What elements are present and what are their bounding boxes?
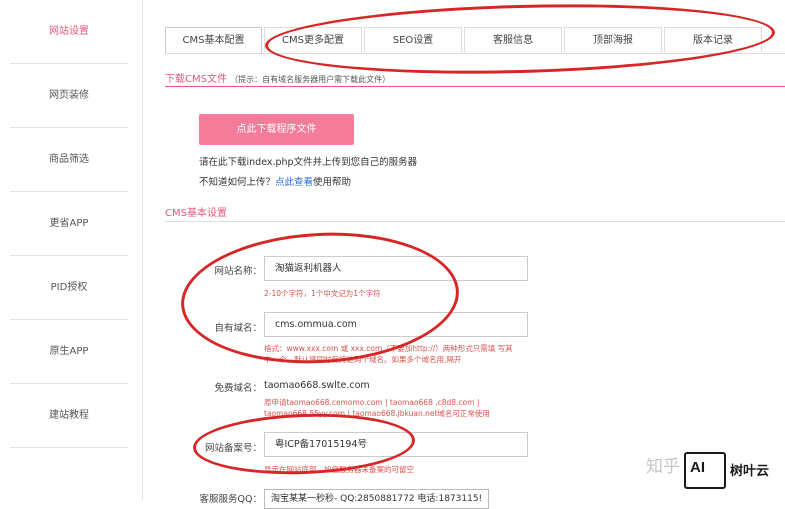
domain-input[interactable]: cms.ommua.com bbox=[264, 312, 528, 337]
sidebar-item-label: 原生APP bbox=[49, 346, 89, 357]
tab-seo[interactable]: SEO设置 bbox=[364, 27, 462, 52]
domain-label: 自有域名： bbox=[214, 323, 262, 334]
basic-section-title: CMS基本设置 bbox=[165, 204, 227, 219]
sidebar-item-label: PID授权 bbox=[50, 282, 88, 293]
sidebar-item-pid[interactable]: PID授权 bbox=[10, 256, 128, 320]
sidebar-item-tutorial[interactable]: 建站教程 bbox=[10, 384, 128, 448]
upload-help-prefix: 不知道如何上传？ bbox=[199, 177, 276, 188]
tab-version-log[interactable]: 版本记录 bbox=[664, 27, 762, 52]
section-divider bbox=[165, 86, 785, 87]
sidebar-item-label: 更省APP bbox=[49, 218, 89, 229]
qq-label: 客服服务QQ： bbox=[199, 494, 262, 505]
tab-label: 版本记录 bbox=[693, 35, 733, 46]
tab-label: CMS基本配置 bbox=[182, 35, 245, 46]
tab-label: SEO设置 bbox=[392, 35, 434, 46]
tab-label: 顶部海报 bbox=[593, 35, 633, 46]
upload-help-suffix: 使用帮助 bbox=[313, 177, 352, 188]
tab-customer-service[interactable]: 客服信息 bbox=[464, 27, 562, 52]
tab-top-poster[interactable]: 顶部海报 bbox=[564, 27, 662, 52]
section-title-text: 下载CMS文件 bbox=[165, 74, 227, 85]
zhihu-watermark: 知乎 bbox=[646, 457, 680, 477]
sidebar-item-label: 商品筛选 bbox=[49, 154, 89, 165]
sidebar-item-product-filter[interactable]: 商品筛选 bbox=[10, 128, 128, 192]
logo-mark: AI bbox=[690, 459, 705, 476]
tab-label: 客服信息 bbox=[493, 35, 533, 46]
help-link[interactable]: 点此查看 bbox=[275, 177, 313, 188]
icp-label: 网站备案号： bbox=[204, 443, 262, 454]
icp-input[interactable]: 粤ICP备17015194号 bbox=[264, 432, 528, 457]
sidebar-item-label: 网站设置 bbox=[49, 26, 89, 37]
upload-help: 不知道如何上传？点此查看使用帮助 bbox=[199, 174, 351, 188]
free-domain-help-line1: 原申请taomao668.cemomo.com | taomao668 .c8d… bbox=[264, 398, 480, 407]
section-divider bbox=[165, 221, 785, 222]
qq-select[interactable]: 淘宝某某一秒秒- QQ:2850881772 电话:1873115! bbox=[264, 489, 489, 509]
section-hint: （提示：自有域名服务器用户需下载此文件） bbox=[230, 75, 391, 84]
sidebar-item-app[interactable]: 更省APP bbox=[10, 192, 128, 256]
qq-select-value: 淘宝某某一秒秒- QQ:2850881772 电话:1873115! bbox=[271, 494, 483, 504]
free-domain-label: 免费域名： bbox=[214, 383, 262, 394]
tab-cms-more[interactable]: CMS更多配置 bbox=[264, 27, 362, 52]
tab-cms-basic[interactable]: CMS基本配置 bbox=[165, 27, 262, 54]
site-name-label: 网站名称： bbox=[214, 266, 262, 277]
sidebar-item-page-decoration[interactable]: 网页装修 bbox=[10, 64, 128, 128]
sidebar-item-label: 建站教程 bbox=[49, 410, 89, 421]
section-title-text: CMS基本设置 bbox=[165, 208, 227, 219]
sidebar: 网站设置 网页装修 商品筛选 更省APP PID授权 原生APP 建站教程 bbox=[0, 0, 128, 500]
logo-text: 树叶云 bbox=[730, 464, 770, 479]
tab-label: CMS更多配置 bbox=[282, 35, 344, 46]
sidebar-item-site-settings[interactable]: 网站设置 bbox=[10, 0, 128, 64]
icp-help: 显示在网站底部，如您服务器未备案的可留空 bbox=[264, 465, 414, 474]
download-instruction: 请在此下载index.php文件并上传到您自己的服务器 bbox=[199, 157, 418, 168]
site-name-help: 2-10个字符，1个中文记为1个字符 bbox=[264, 289, 381, 298]
free-domain-help-line2: taomao668.55yy.com | taomao668.jbkuan.ne… bbox=[264, 409, 490, 418]
sidebar-item-label: 网页装修 bbox=[49, 90, 89, 101]
tab-underline bbox=[165, 53, 785, 54]
logo-icon: AI bbox=[684, 452, 726, 489]
download-button[interactable]: 点此下载程序文件 bbox=[199, 114, 354, 145]
site-name-input[interactable]: 淘猫返利机器人 bbox=[264, 256, 528, 281]
domain-help-line1: 格式：www.xxx.com 或 xxx.com（不要加http://）两种形式… bbox=[264, 344, 513, 353]
main-content: CMS基本配置 CMS更多配置 SEO设置 客服信息 顶部海报 版本记录 下载C… bbox=[143, 0, 785, 509]
domain-help-line2: 中一个，默认将同时保持这两个域名。如果多个域名用,隔开 bbox=[264, 355, 462, 364]
sidebar-item-native-app[interactable]: 原生APP bbox=[10, 320, 128, 384]
free-domain-value: taomao668.swlte.com bbox=[264, 380, 370, 391]
download-section-title: 下载CMS文件 （提示：自有域名服务器用户需下载此文件） bbox=[165, 70, 390, 85]
